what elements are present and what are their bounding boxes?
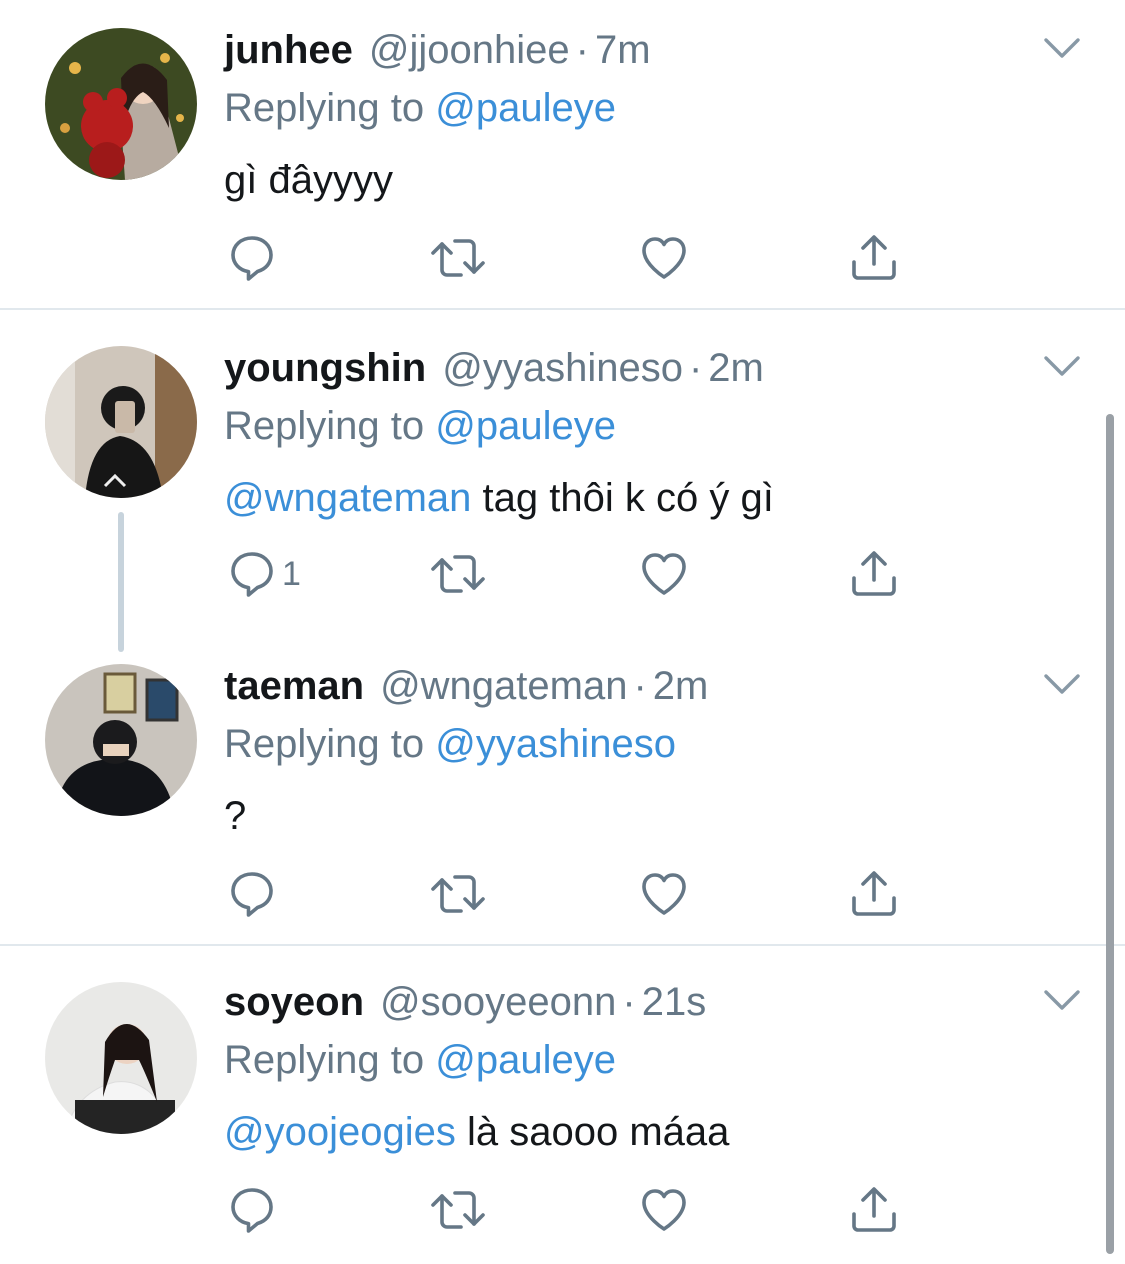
replying-prefix: Replying to xyxy=(224,404,425,448)
share-button[interactable] xyxy=(848,546,900,602)
share-icon xyxy=(848,1184,900,1236)
tweet-actions xyxy=(224,1182,924,1238)
share-icon xyxy=(848,868,900,920)
separator-dot: · xyxy=(622,980,636,1024)
like-icon xyxy=(638,1184,690,1236)
timestamp[interactable]: 2m xyxy=(708,338,764,398)
tweet-body: gì đâyyyy xyxy=(224,158,393,202)
avatar[interactable] xyxy=(45,982,197,1134)
chevron-down-icon[interactable] xyxy=(1040,344,1084,388)
timestamp[interactable]: 7m xyxy=(595,20,651,80)
share-button[interactable] xyxy=(848,230,900,286)
tweet-actions xyxy=(224,230,924,286)
replying-to: Replying to @yyashineso xyxy=(224,716,676,772)
replying-prefix: Replying to xyxy=(224,722,425,766)
share-icon xyxy=(848,232,900,284)
retweet-icon xyxy=(428,868,488,920)
avatar[interactable] xyxy=(45,664,197,816)
reply-button[interactable] xyxy=(226,230,278,286)
like-icon xyxy=(638,548,690,600)
timestamp[interactable]: 2m xyxy=(653,656,709,716)
replying-to-mention[interactable]: @pauleye xyxy=(435,1038,616,1082)
replying-prefix: Replying to xyxy=(224,1038,425,1082)
replying-to: Replying to @pauleye xyxy=(224,398,616,454)
separator-dot: · xyxy=(633,664,647,708)
like-button[interactable] xyxy=(638,1182,690,1238)
user-handle[interactable]: @wngateman xyxy=(380,656,627,716)
user-handle[interactable]: @yyashineso xyxy=(442,338,683,398)
retweet-button[interactable] xyxy=(428,546,488,602)
scrollbar[interactable] xyxy=(1106,414,1114,1254)
reply-count: 1 xyxy=(282,554,301,593)
retweet-button[interactable] xyxy=(428,1182,488,1238)
chevron-down-icon[interactable] xyxy=(1040,662,1084,706)
like-button[interactable] xyxy=(638,866,690,922)
retweet-icon xyxy=(428,548,488,600)
avatar[interactable] xyxy=(45,28,197,180)
chevron-down-icon[interactable] xyxy=(1040,978,1084,1022)
replying-prefix: Replying to xyxy=(224,86,425,130)
like-icon xyxy=(638,232,690,284)
reply-button[interactable] xyxy=(226,1182,278,1238)
display-name[interactable]: soyeon xyxy=(224,972,364,1032)
tweet[interactable]: youngshin @yyashineso · 2m Replying to @… xyxy=(0,310,1125,610)
reply-icon xyxy=(226,548,278,600)
body-mention[interactable]: @yoojeogies xyxy=(224,1110,456,1154)
display-name[interactable]: youngshin xyxy=(224,338,426,398)
tweet-body: là saooo máaa xyxy=(466,1110,730,1154)
display-name[interactable]: junhee xyxy=(224,20,353,80)
share-icon xyxy=(848,548,900,600)
like-icon xyxy=(638,868,690,920)
replying-to-mention[interactable]: @yyashineso xyxy=(435,722,676,766)
body-mention[interactable]: @wngateman xyxy=(224,476,471,520)
separator-dot: · xyxy=(688,346,703,390)
share-button[interactable] xyxy=(848,866,900,922)
like-button[interactable] xyxy=(638,230,690,286)
share-button[interactable] xyxy=(848,1182,900,1238)
replying-to: Replying to @pauleye xyxy=(224,1032,616,1088)
tweet-actions: 1 xyxy=(224,546,924,602)
retweet-icon xyxy=(428,1184,488,1236)
reply-icon xyxy=(226,1184,278,1236)
reply-icon xyxy=(226,232,278,284)
avatar[interactable] xyxy=(45,346,197,498)
replying-to-mention[interactable]: @pauleye xyxy=(435,404,616,448)
separator-dot: · xyxy=(575,28,589,72)
retweet-button[interactable] xyxy=(428,230,488,286)
reply-button[interactable]: 1 xyxy=(226,546,301,602)
replying-to-mention[interactable]: @pauleye xyxy=(435,86,616,130)
tweet-text: @wngateman tag thôi k có ý gì xyxy=(224,468,774,528)
user-handle[interactable]: @jjoonhiee xyxy=(369,20,570,80)
tweet-text: @yoojeogies là saooo máaa xyxy=(224,1102,729,1162)
replying-to: Replying to @pauleye xyxy=(224,80,616,136)
tweet-text: gì đâyyyy xyxy=(224,150,393,210)
display-name[interactable]: taeman xyxy=(224,656,364,716)
tweet[interactable]: soyeon @sooyeeonn · 21s Replying to @pau… xyxy=(0,946,1125,1260)
reply-button[interactable] xyxy=(226,866,278,922)
retweet-icon xyxy=(428,232,488,284)
tweet-body: ? xyxy=(224,794,247,838)
tweet-text: ? xyxy=(224,786,246,846)
chevron-down-icon[interactable] xyxy=(1040,26,1084,70)
tweet[interactable]: junhee @jjoonhiee · 7m Replying to @paul… xyxy=(0,0,1125,308)
tweet-body: tag thôi k có ý gì xyxy=(482,476,774,520)
like-button[interactable] xyxy=(638,546,690,602)
tweet-actions xyxy=(224,866,924,922)
timestamp[interactable]: 21s xyxy=(642,972,707,1032)
retweet-button[interactable] xyxy=(428,866,488,922)
tweet[interactable]: taeman @wngateman · 2m Replying to @yyas… xyxy=(0,630,1125,944)
user-handle[interactable]: @sooyeeonn xyxy=(380,972,616,1032)
reply-icon xyxy=(226,868,278,920)
